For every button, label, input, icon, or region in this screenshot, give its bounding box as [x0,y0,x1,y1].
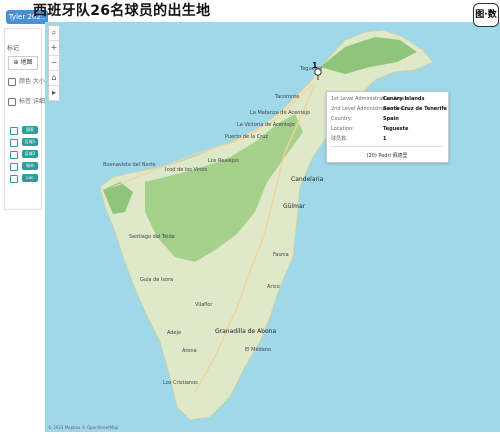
detail-icon [10,127,18,135]
place-label: Icod de los Vinos [165,167,208,173]
label-icon [8,97,16,106]
place-label: Santiago del Teide [129,234,175,240]
tooltip-value: Santa Cruz de Tenerife [383,106,447,112]
tableau-dashboard: Tyler 202.. 西班牙队26名球员的出生地 标记 ⊕ 地图 颜色 大小 … [0,0,500,440]
place-label: Los Cristianos [163,380,198,386]
tooltip-player: (20) Pedri 佩德里 [366,153,408,159]
search-icon[interactable]: ⌕ [49,26,59,41]
zoom-out-icon[interactable]: − [49,56,59,71]
tooltip-divider [331,146,443,147]
detail-icon [10,151,18,159]
tooltip-value: Spain [383,116,399,122]
page-title: 西班牙队26名球员的出生地 [33,3,211,19]
place-label: Los Realejos [208,158,239,164]
mark-type-dropdown[interactable]: ⊕ 地图 [8,56,38,70]
zoom-in-icon[interactable]: + [49,41,59,56]
field-pill-region1[interactable]: 区域1 [22,138,38,146]
place-label: El Médano [245,347,271,353]
tooltip-label: Country: [331,116,353,122]
place-label: Puerto de la Cruz [225,134,269,140]
tooltip-label: Location: [331,126,354,132]
map-svg [45,22,500,432]
place-label: Vilaflor [195,302,213,308]
logo: 图·数 [473,3,499,27]
place-label: Fasnia [273,252,289,258]
pan-icon[interactable]: ▸ [49,86,59,101]
place-label: La Matanza de Acentejo [250,110,310,116]
home-icon[interactable]: ⌂ [49,71,59,86]
color-icon [8,77,16,86]
marks-row-label-detail[interactable]: 标签 详细 [8,96,45,106]
marks-card-title: 标记 [7,45,20,52]
place-label: Guía de Isora [140,277,174,283]
marks-row-color-size[interactable]: 颜色 大小 [8,76,45,86]
map-attribution: © 2023 Mapbox © OpenStreetMap [48,425,119,430]
tooltip-value: Canary Islands [383,96,425,102]
field-pill-region2[interactable]: 区域2 [22,150,38,158]
field-pill-country[interactable]: 国家 [22,126,38,134]
field-pill-city[interactable]: 城市 [22,162,38,170]
map-canvas[interactable]: Tegueste Tacoronte La Matanza de Acentej… [45,22,500,432]
place-label: Arona [182,348,197,354]
place-label: Candelaria [291,176,324,183]
place-label: Arico [267,284,280,290]
field-pill-lon[interactable]: Lon [22,174,38,182]
marker-count-label: 1 [312,61,318,70]
place-label: Adeje [167,330,182,336]
place-label: Buenavista del Norte [103,162,156,168]
tooltip-value: Tegueste [383,126,409,132]
map-tooltip: 1st Level Administrative Areas: Canary I… [326,91,449,163]
place-label: La Victoria de Acentejo [237,122,295,128]
detail-icon [10,163,18,171]
tooltip-value: 1 [383,136,387,142]
place-label: Granadilla de Abona [215,328,277,335]
detail-icon [10,175,18,183]
place-label: Tacoronte [275,94,300,100]
tooltip-label: 球员数: [331,136,348,142]
place-label: Güímar [283,203,306,210]
map-controls: ⌕ + − ⌂ ▸ [48,25,60,101]
detail-icon [10,139,18,147]
